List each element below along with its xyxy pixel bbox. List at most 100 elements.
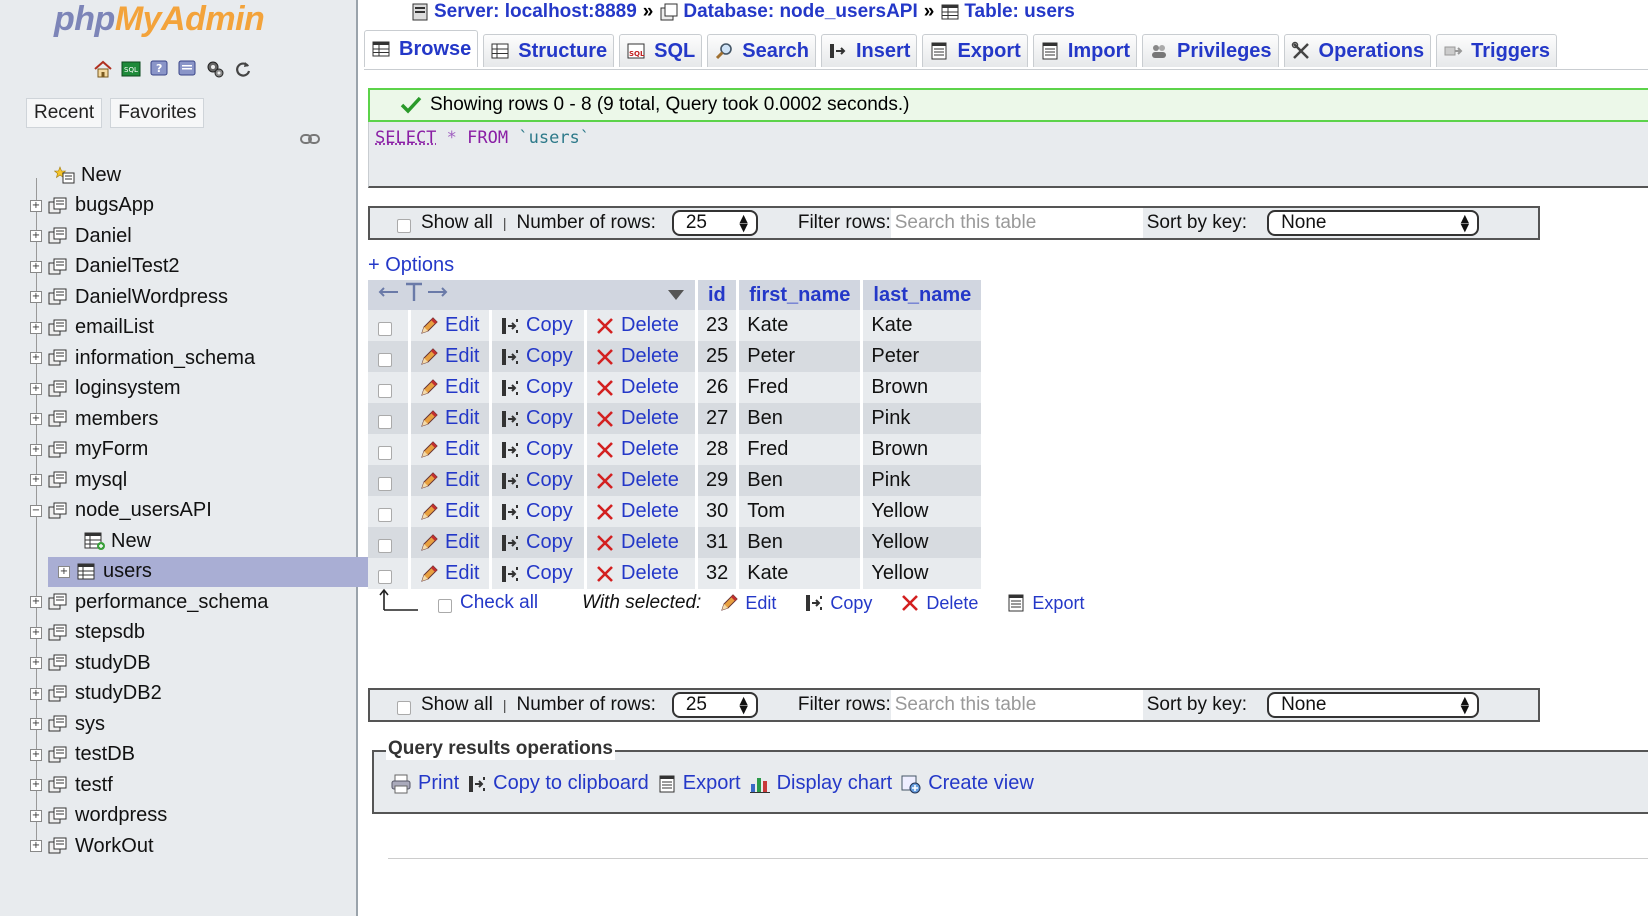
tree-database-daniel[interactable]: + Daniel — [30, 221, 132, 251]
edit-row-button[interactable]: Edit — [419, 314, 481, 337]
tab-sql[interactable]: SQL SQL — [619, 34, 702, 67]
row-checkbox[interactable] — [378, 570, 392, 584]
settings-icon[interactable] — [204, 58, 226, 80]
filter-rows-input[interactable]: Search this table — [891, 690, 1143, 720]
display-chart-button[interactable]: Display chart — [749, 772, 893, 795]
edit-row-button[interactable]: Edit — [419, 469, 481, 492]
help-icon[interactable]: ? — [148, 58, 170, 80]
tree-database-stepsdb[interactable]: + stepsdb — [30, 618, 145, 648]
tree-database-danielwordpress[interactable]: + DanielWordpress — [30, 282, 228, 312]
expand-icon[interactable]: + — [30, 352, 42, 364]
copy-row-button[interactable]: Copy — [500, 562, 576, 585]
edit-row-button[interactable]: Edit — [419, 376, 481, 399]
tree-database-testf[interactable]: + testf — [30, 770, 113, 800]
row-checkbox[interactable] — [378, 477, 392, 491]
copy-row-button[interactable]: Copy — [500, 376, 576, 399]
show-all-checkbox[interactable] — [397, 219, 411, 233]
tree-database-node-usersapi[interactable]: − node_usersAPI — [30, 496, 212, 526]
home-icon[interactable] — [92, 58, 114, 80]
row-checkbox[interactable] — [378, 322, 392, 336]
docs-icon[interactable] — [176, 58, 198, 80]
tree-database-information-schema[interactable]: + information_schema — [30, 343, 255, 373]
tree-database-wordpress[interactable]: + wordpress — [30, 801, 167, 831]
tree-database-bugsapp[interactable]: + bugsApp — [30, 191, 154, 221]
tree-database-loginsystem[interactable]: + loginsystem — [30, 374, 181, 404]
expand-icon[interactable]: + — [30, 779, 42, 791]
sql-query-icon[interactable]: SQL — [120, 58, 142, 80]
expand-icon[interactable]: + — [30, 291, 42, 303]
expand-icon[interactable]: + — [30, 413, 42, 425]
show-all-checkbox[interactable] — [397, 701, 411, 715]
tab-export[interactable]: Export — [922, 34, 1027, 67]
expand-icon[interactable]: + — [30, 261, 42, 273]
tree-database-performance-schema[interactable]: + performance_schema — [30, 587, 268, 617]
tab-operations[interactable]: Operations — [1284, 34, 1432, 67]
rows-per-page-select[interactable]: 25 ▲ ▼ — [672, 210, 758, 236]
copy-row-button[interactable]: Copy — [500, 531, 576, 554]
collapse-icon[interactable]: − — [30, 505, 42, 517]
edit-row-button[interactable]: Edit — [419, 531, 481, 554]
check-all-checkbox[interactable] — [438, 599, 452, 613]
tree-database-testdb[interactable]: + testDB — [30, 740, 135, 770]
delete-row-button[interactable]: Delete — [595, 314, 687, 337]
row-checkbox[interactable] — [378, 446, 392, 460]
expand-icon[interactable]: + — [30, 322, 42, 334]
tab-insert[interactable]: Insert — [821, 34, 917, 67]
edit-row-button[interactable]: Edit — [419, 562, 481, 585]
copy-row-button[interactable]: Copy — [500, 469, 576, 492]
sql-query-display[interactable]: SELECT * FROM `users` — [368, 122, 1648, 188]
tree-database-myform[interactable]: + myForm — [30, 435, 148, 465]
bulk-copy-button[interactable]: Copy — [804, 593, 872, 614]
sort-by-key-select[interactable]: None ▲ ▼ — [1267, 210, 1479, 236]
delete-row-button[interactable]: Delete — [595, 531, 687, 554]
delete-row-button[interactable]: Delete — [595, 500, 687, 523]
expand-icon[interactable]: + — [30, 840, 42, 852]
tab-import[interactable]: Import — [1033, 34, 1137, 67]
link-with-main-panel-icon[interactable] — [300, 132, 320, 150]
tree-table-new[interactable]: New — [48, 526, 394, 556]
edit-row-button[interactable]: Edit — [419, 438, 481, 461]
column-resize-icon[interactable] — [378, 281, 448, 309]
delete-row-button[interactable]: Delete — [595, 438, 687, 461]
tree-database-danieltest2[interactable]: + DanielTest2 — [30, 252, 180, 282]
expand-icon[interactable]: + — [30, 200, 42, 212]
edit-row-button[interactable]: Edit — [419, 345, 481, 368]
breadcrumb-table[interactable]: Table: users — [964, 1, 1075, 23]
breadcrumb-database[interactable]: Database: node_usersAPI — [683, 1, 917, 23]
row-checkbox[interactable] — [378, 384, 392, 398]
filter-rows-input[interactable]: Search this table — [891, 208, 1143, 238]
expand-icon[interactable]: + — [30, 230, 42, 242]
reload-icon[interactable] — [232, 58, 254, 80]
expand-icon[interactable]: + — [30, 444, 42, 456]
export-button[interactable]: Export — [657, 772, 741, 795]
copy-to-clipboard-button[interactable]: Copy to clipboard — [467, 772, 649, 795]
tree-database-mysql[interactable]: + mysql — [30, 465, 127, 495]
expand-icon[interactable]: + — [30, 810, 42, 822]
tree-table-users[interactable]: + users — [48, 557, 368, 587]
tab-triggers[interactable]: Triggers — [1436, 34, 1557, 67]
breadcrumb-server[interactable]: Server: localhost:8889 — [434, 1, 637, 23]
delete-row-button[interactable]: Delete — [595, 345, 687, 368]
edit-row-button[interactable]: Edit — [419, 500, 481, 523]
tree-database-workout[interactable]: + WorkOut — [30, 831, 154, 861]
column-header-last-name[interactable]: last_name — [863, 280, 981, 310]
expand-icon[interactable]: + — [30, 627, 42, 639]
tree-database-studydb2[interactable]: + studyDB2 — [30, 679, 162, 709]
rows-per-page-select[interactable]: 25 ▲ ▼ — [672, 692, 758, 718]
expand-icon[interactable]: + — [30, 474, 42, 486]
column-visibility-dropdown-icon[interactable] — [667, 284, 685, 307]
row-checkbox[interactable] — [378, 353, 392, 367]
expand-icon[interactable]: + — [30, 749, 42, 761]
check-all-link[interactable]: Check all — [460, 592, 538, 614]
phpmyadmin-logo[interactable]: phpMyAdmin — [54, 0, 264, 39]
expand-icon[interactable]: + — [30, 718, 42, 730]
expand-icon[interactable]: + — [30, 383, 42, 395]
row-checkbox[interactable] — [378, 539, 392, 553]
recent-tab[interactable]: Recent — [26, 98, 102, 128]
favorites-tab[interactable]: Favorites — [110, 98, 204, 128]
tree-database-emaillist[interactable]: + emailList — [30, 313, 154, 343]
copy-row-button[interactable]: Copy — [500, 500, 576, 523]
edit-row-button[interactable]: Edit — [419, 407, 481, 430]
copy-row-button[interactable]: Copy — [500, 345, 576, 368]
copy-row-button[interactable]: Copy — [500, 314, 576, 337]
